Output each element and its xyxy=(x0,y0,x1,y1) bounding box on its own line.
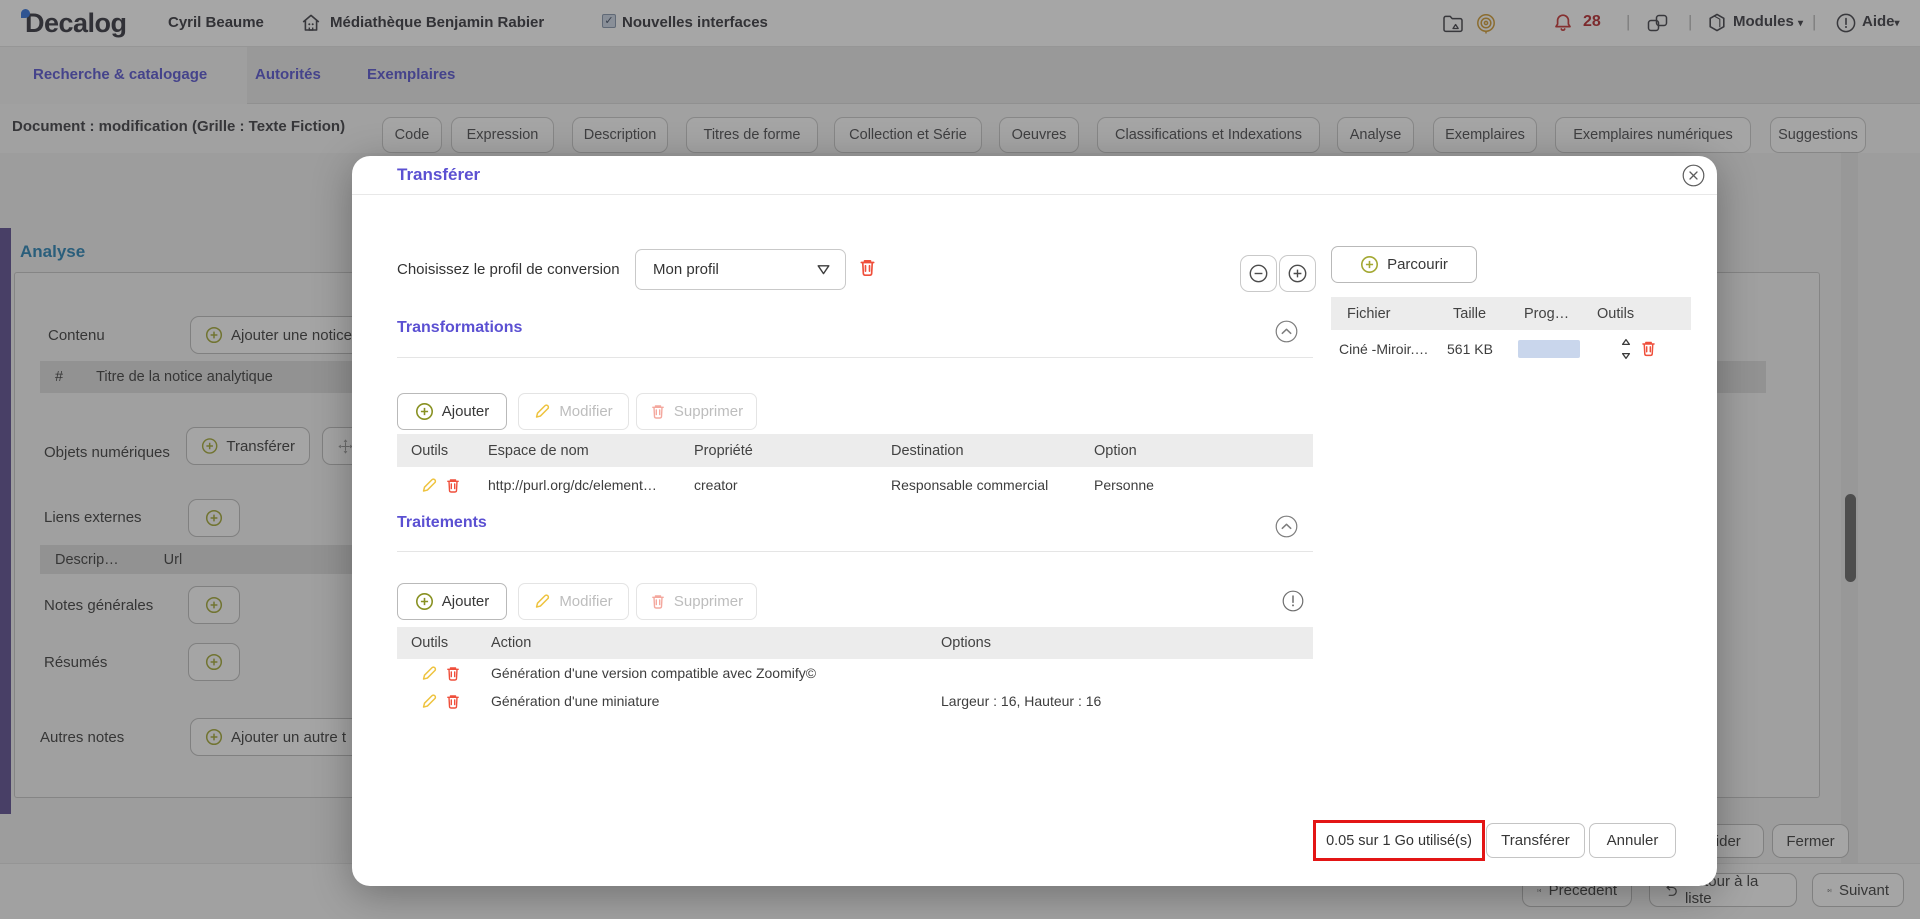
dropdown-triangle-icon xyxy=(817,265,830,275)
delete-trash-icon[interactable] xyxy=(445,693,461,710)
pencil-icon xyxy=(536,404,550,418)
file-row: Ciné -Miroir.… 561 KB xyxy=(1331,330,1691,367)
delete-profile-trash-icon[interactable] xyxy=(858,257,877,278)
traitement-action: Génération d'une version compatible avec… xyxy=(491,665,817,681)
pencil-icon xyxy=(536,594,550,608)
storage-usage-indicator: 0.05 sur 1 Go utilisé(s) xyxy=(1313,820,1485,861)
delete-trash-icon[interactable] xyxy=(445,665,461,682)
trash-icon xyxy=(651,595,664,609)
files-table-header: Fichier Taille Prog… Outils xyxy=(1331,297,1691,330)
edit-pencil-icon[interactable] xyxy=(421,477,438,494)
cancel-button[interactable]: Annuler xyxy=(1589,823,1676,858)
traitement-action: Génération d'une miniature xyxy=(491,693,660,709)
traitements-table-header: Outils Action Options xyxy=(397,627,1313,659)
transformation-option: Personne xyxy=(1094,477,1154,493)
upload-progress-bar xyxy=(1518,339,1580,358)
file-size: 561 KB xyxy=(1447,340,1493,357)
app-window: Decalog Cyril Beaume Médiathèque Benjami… xyxy=(0,0,1920,919)
expand-all-button[interactable] xyxy=(1279,255,1316,292)
transformation-destination: Responsable commercial xyxy=(891,477,1049,493)
edit-pencil-icon[interactable] xyxy=(421,665,438,682)
traitements-table: Outils Action Options Génération d'une v… xyxy=(397,627,1313,715)
profile-selected-value: Mon profil xyxy=(653,261,719,278)
transformation-namespace: http://purl.org/dc/element… xyxy=(488,477,657,493)
plus-circle-icon xyxy=(415,403,433,420)
traitements-title: Traitements xyxy=(397,514,487,531)
close-icon[interactable] xyxy=(1682,164,1705,187)
collapse-all-button[interactable] xyxy=(1240,255,1277,292)
traitement-options: Largeur : 16, Hauteur : 16 xyxy=(941,693,1102,709)
transformations-ajouter-button[interactable]: Ajouter xyxy=(397,393,507,430)
plus-circle-icon xyxy=(415,593,433,610)
traitements-ajouter-button[interactable]: Ajouter xyxy=(397,583,507,620)
dialog-title: Transférer xyxy=(397,165,481,184)
minus-circle-icon xyxy=(1249,264,1268,283)
transformation-row: http://purl.org/dc/element… creator Resp… xyxy=(397,467,1313,503)
transformations-modifier-button[interactable]: Modifier xyxy=(518,393,629,430)
transformation-property: creator xyxy=(694,477,738,493)
title-divider xyxy=(352,194,1717,195)
parcourir-button[interactable]: Parcourir xyxy=(1331,246,1477,283)
profile-label: Choisissez le profil de conversion xyxy=(397,261,620,278)
file-name: Ciné -Miroir.… xyxy=(1339,340,1429,357)
section-divider xyxy=(397,357,1313,358)
delete-file-trash-icon[interactable] xyxy=(1640,339,1657,358)
section-divider xyxy=(397,551,1313,552)
profile-select[interactable]: Mon profil xyxy=(635,249,846,290)
plus-circle-icon xyxy=(1361,256,1379,273)
files-table: Fichier Taille Prog… Outils Ciné -Miroir… xyxy=(1331,297,1691,367)
reorder-arrows-icon[interactable] xyxy=(1619,337,1633,361)
plus-circle-icon xyxy=(1288,264,1307,283)
traitement-row: Génération d'une miniature Largeur : 16,… xyxy=(397,687,1313,715)
traitement-row: Génération d'une version compatible avec… xyxy=(397,659,1313,687)
transformations-table-header: Outils Espace de nom Propriété Destinati… xyxy=(397,434,1313,467)
transfer-confirm-button[interactable]: Transférer xyxy=(1486,823,1585,858)
traitements-info-icon[interactable] xyxy=(1282,590,1304,612)
traitements-modifier-button[interactable]: Modifier xyxy=(518,583,629,620)
transformations-table: Outils Espace de nom Propriété Destinati… xyxy=(397,434,1313,503)
delete-trash-icon[interactable] xyxy=(445,477,461,494)
trash-icon xyxy=(651,405,664,419)
collapse-traitements-icon[interactable] xyxy=(1275,515,1298,538)
transformations-title: Transformations xyxy=(397,319,523,336)
collapse-transformations-icon[interactable] xyxy=(1275,320,1298,343)
transfer-dialog: Transférer Choisissez le profil de conve… xyxy=(352,156,1717,886)
transformations-supprimer-button[interactable]: Supprimer xyxy=(636,393,757,430)
traitements-supprimer-button[interactable]: Supprimer xyxy=(636,583,757,620)
edit-pencil-icon[interactable] xyxy=(421,693,438,710)
